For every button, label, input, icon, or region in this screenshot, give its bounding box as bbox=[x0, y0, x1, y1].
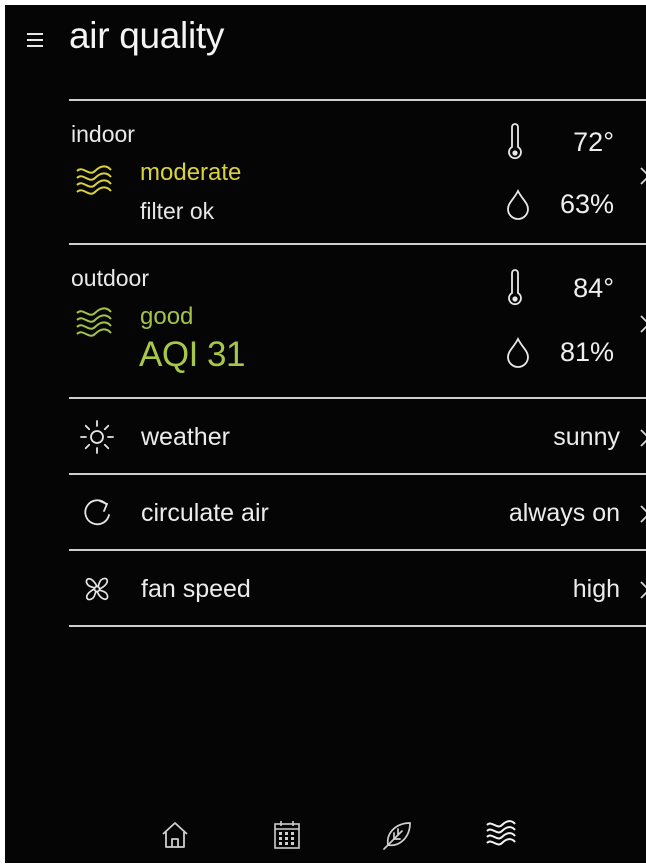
circulate-air-row[interactable]: circulate air always on bbox=[69, 475, 646, 549]
indoor-humidity-value: 63% bbox=[559, 189, 614, 219]
calendar-icon[interactable] bbox=[269, 817, 305, 853]
fan-speed-label: fan speed bbox=[141, 575, 251, 603]
water-drop-icon bbox=[507, 188, 529, 220]
chevron-right-icon bbox=[640, 505, 646, 523]
home-icon[interactable] bbox=[157, 817, 193, 853]
page-title: air quality bbox=[69, 15, 225, 56]
thermometer-icon bbox=[508, 269, 522, 306]
fan-icon bbox=[85, 577, 109, 601]
filter-status: filter ok bbox=[140, 198, 215, 224]
weather-label: weather bbox=[141, 423, 230, 451]
weather-value: sunny bbox=[553, 423, 620, 451]
indoor-humidity: 63% bbox=[504, 185, 614, 221]
fan-speed-value: high bbox=[572, 575, 620, 603]
chevron-right-icon bbox=[640, 429, 646, 447]
air-quality-icon[interactable] bbox=[483, 817, 519, 853]
chevron-right-icon bbox=[640, 167, 646, 185]
indoor-temperature: 72° bbox=[504, 123, 614, 160]
weather-row[interactable]: weather sunny bbox=[69, 399, 646, 473]
aqi-value: AQI 31 bbox=[139, 335, 245, 374]
divider bbox=[69, 625, 646, 627]
outdoor-label: outdoor bbox=[71, 265, 150, 291]
water-drop-icon bbox=[507, 336, 529, 368]
indoor-section[interactable]: indoor moderate filter ok 72° 63% bbox=[69, 101, 646, 243]
thermometer-icon bbox=[508, 123, 522, 160]
outdoor-humidity-value: 81% bbox=[559, 337, 614, 367]
indoor-status: moderate bbox=[140, 159, 242, 186]
air-quality-waves-icon bbox=[76, 307, 112, 337]
bottom-nav bbox=[5, 805, 646, 863]
circulate-icon bbox=[84, 499, 110, 526]
header: air quality bbox=[5, 5, 646, 85]
indoor-label: indoor bbox=[71, 121, 135, 147]
chevron-right-icon bbox=[640, 581, 646, 599]
fan-speed-row[interactable]: fan speed high bbox=[69, 551, 646, 625]
circulate-air-label: circulate air bbox=[141, 499, 269, 527]
indoor-temperature-value: 72° bbox=[573, 127, 614, 157]
air-quality-screen: air quality indoor moderate filter ok 72… bbox=[5, 5, 646, 863]
outdoor-temperature-value: 84° bbox=[573, 273, 614, 303]
outdoor-status: good bbox=[140, 303, 194, 330]
outdoor-section[interactable]: outdoor good AQI 31 84° 81% bbox=[69, 245, 646, 397]
circulate-air-value: always on bbox=[508, 499, 620, 527]
chevron-right-icon bbox=[640, 315, 646, 333]
sun-icon bbox=[80, 420, 114, 454]
hamburger-menu-icon[interactable] bbox=[27, 33, 47, 49]
outdoor-humidity: 81% bbox=[504, 333, 614, 369]
outdoor-temperature: 84° bbox=[504, 269, 614, 306]
leaf-icon[interactable] bbox=[380, 817, 416, 853]
air-quality-waves-icon bbox=[76, 165, 112, 195]
